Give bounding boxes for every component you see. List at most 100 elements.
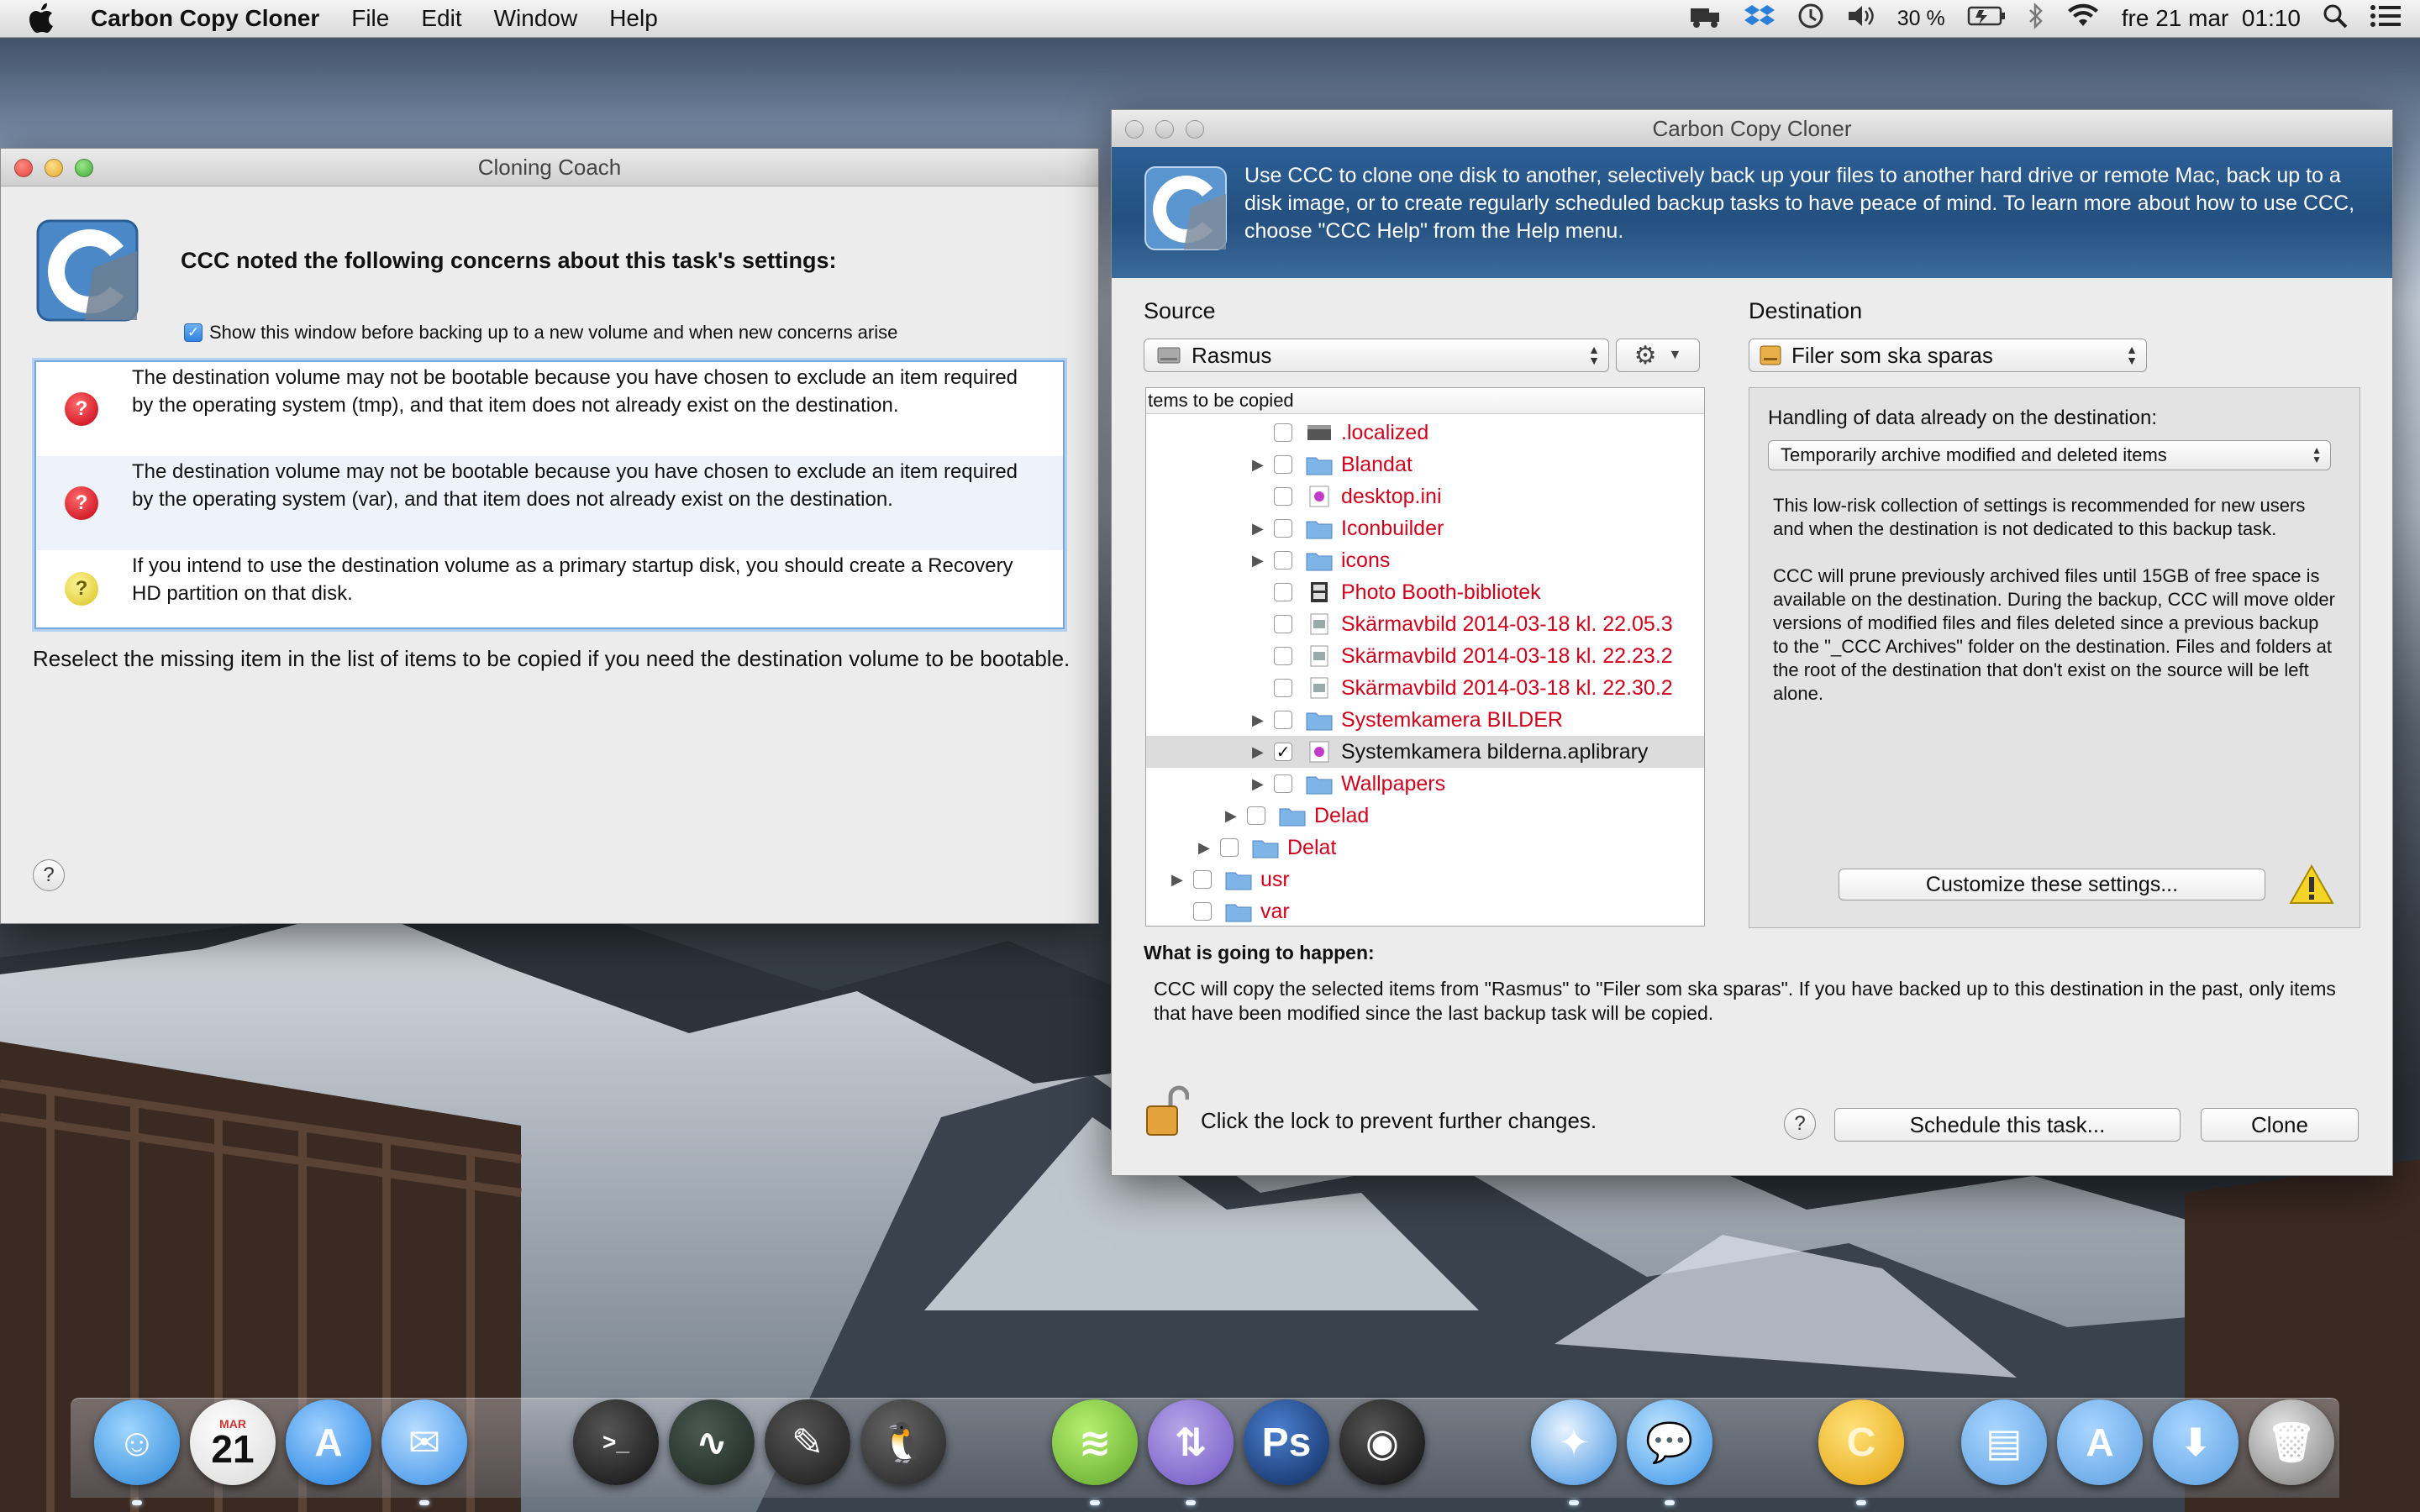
minimize-button[interactable] (45, 159, 63, 177)
disclosure-triangle-icon[interactable]: ▶ (1225, 807, 1237, 825)
list-item[interactable]: Skärmavbild 2014-03-18 kl. 22.23.2 (1146, 640, 1704, 672)
spotlight-icon[interactable] (2323, 3, 2348, 34)
lock-icon[interactable] (1145, 1084, 1189, 1138)
menu-file[interactable]: File (351, 5, 389, 32)
battery-icon[interactable] (1967, 5, 2006, 33)
list-item[interactable]: ▶ Systemkamera BILDER (1146, 704, 1704, 736)
bluetooth-icon[interactable] (2028, 2, 2044, 35)
title-bar[interactable]: Carbon Copy Cloner (1112, 110, 2392, 148)
show-window-option[interactable]: ✓ Show this window before backing up to … (184, 322, 897, 344)
disclosure-triangle-icon[interactable]: ▶ (1252, 456, 1264, 474)
list-item[interactable]: ▶ Iconbuilder (1146, 512, 1704, 544)
list-item[interactable]: Skärmavbild 2014-03-18 kl. 22.30.2 (1146, 672, 1704, 704)
volume-icon[interactable] (1847, 3, 1876, 34)
aperture-icon[interactable]: ◉ (1339, 1399, 1425, 1485)
safari-icon[interactable]: ✦ (1531, 1399, 1617, 1485)
schedule-task-button[interactable]: Schedule this task... (1834, 1108, 2181, 1142)
disclosure-triangle-icon[interactable]: ▶ (1252, 520, 1264, 538)
item-checkbox[interactable] (1274, 774, 1292, 793)
trash-icon[interactable]: 🗑 (2249, 1399, 2334, 1485)
migration-icon[interactable]: ⇅ (1148, 1399, 1234, 1485)
menu-edit[interactable]: Edit (421, 5, 461, 32)
item-checkbox[interactable] (1274, 679, 1292, 697)
list-item[interactable]: ▶ icons (1146, 544, 1704, 576)
item-checkbox[interactable] (1274, 487, 1292, 506)
source-selector[interactable]: Rasmus ▲ ▼ (1144, 339, 1609, 372)
list-item[interactable]: .localized (1146, 417, 1704, 449)
items-to-copy-list[interactable]: tems to be copied .localized ▶ Blandat desk… (1145, 387, 1705, 927)
linux-tux-icon[interactable]: 🐧 (860, 1399, 946, 1485)
item-checkbox[interactable] (1220, 838, 1239, 857)
list-item[interactable]: desktop.ini (1146, 480, 1704, 512)
app-store-icon[interactable]: A (286, 1399, 371, 1485)
show-window-checkbox[interactable]: ✓ (184, 323, 203, 342)
truck-icon[interactable] (1689, 3, 1723, 34)
list-item[interactable]: Skärmavbild 2014-03-18 kl. 22.05.3 (1146, 608, 1704, 640)
dropbox-icon[interactable] (1744, 3, 1775, 35)
help-button[interactable]: ? (33, 859, 65, 891)
list-item[interactable]: ▶ Delat (1146, 832, 1704, 864)
disclosure-triangle-icon[interactable]: ▶ (1252, 711, 1264, 729)
notification-center-icon[interactable] (2370, 3, 2402, 34)
destination-selector[interactable]: Filer som ska sparas ▲ ▼ (1749, 339, 2147, 372)
terminal-icon[interactable]: >_ (573, 1399, 659, 1485)
disclosure-triangle-icon[interactable]: ▶ (1171, 871, 1183, 889)
list-item[interactable]: ▶ Blandat (1146, 449, 1704, 480)
clock[interactable]: fre 21 mar 01:10 (2122, 5, 2301, 32)
list-item[interactable]: ▶ usr (1146, 864, 1704, 895)
disclosure-triangle-icon[interactable]: ▶ (1252, 552, 1264, 570)
wifi-icon[interactable] (2066, 3, 2100, 34)
clone-button[interactable]: Clone (2201, 1108, 2359, 1142)
list-item[interactable]: var (1146, 895, 1704, 926)
disclosure-triangle-icon[interactable]: ▶ (1252, 775, 1264, 793)
item-checkbox[interactable] (1274, 455, 1292, 474)
warning-triangle-icon[interactable] (2289, 864, 2334, 906)
zoom-button[interactable] (75, 159, 93, 177)
item-checkbox[interactable] (1193, 902, 1212, 921)
item-checkbox[interactable] (1274, 583, 1292, 601)
disclosure-triangle-icon[interactable]: ▶ (1252, 743, 1264, 761)
title-bar[interactable]: Cloning Coach (1, 149, 1098, 186)
calendar-icon[interactable]: MAR 21 (190, 1399, 276, 1485)
spotify-icon[interactable]: ≋ (1052, 1399, 1138, 1485)
customize-settings-button[interactable]: Customize these settings... (1839, 869, 2265, 900)
apple-menu-icon[interactable] (29, 2, 62, 35)
minimize-button[interactable] (1155, 120, 1174, 139)
item-checkbox[interactable] (1274, 519, 1292, 538)
list-item[interactable]: ▶ ✓ Systemkamera bilderna.aplibrary (1146, 736, 1704, 768)
finder-icon[interactable]: ☺ (94, 1399, 180, 1485)
item-checkbox[interactable] (1274, 423, 1292, 442)
disclosure-triangle-icon[interactable]: ▶ (1198, 839, 1210, 857)
list-item[interactable]: ▶ Delad (1146, 800, 1704, 832)
script-editor-icon[interactable]: ✎ (765, 1399, 850, 1485)
close-button[interactable] (14, 159, 33, 177)
messages-icon[interactable]: 💬 (1627, 1399, 1712, 1485)
item-checkbox[interactable] (1274, 615, 1292, 633)
activity-monitor-icon[interactable]: ∿ (669, 1399, 755, 1485)
app-menu[interactable]: Carbon Copy Cloner (91, 5, 319, 32)
downloads-folder-icon[interactable]: ⬇ (2153, 1399, 2238, 1485)
zoom-button[interactable] (1186, 120, 1204, 139)
item-checkbox[interactable] (1274, 551, 1292, 570)
list-item[interactable]: Photo Booth-bibliotek (1146, 576, 1704, 608)
menu-window[interactable]: Window (494, 5, 578, 32)
item-checkbox[interactable] (1247, 806, 1265, 825)
photoshop-icon[interactable]: Ps (1244, 1399, 1329, 1485)
source-options-button[interactable]: ⚙ ▼ (1616, 339, 1700, 372)
item-checkbox[interactable] (1193, 870, 1212, 889)
concern-item[interactable]: ? If you intend to use the destination v… (36, 550, 1063, 617)
item-checkbox[interactable] (1274, 711, 1292, 729)
applications-folder-icon[interactable]: A (2057, 1399, 2143, 1485)
menu-help[interactable]: Help (609, 5, 658, 32)
concern-item[interactable]: ? The destination volume may not be boot… (36, 362, 1063, 456)
carbon-copy-cloner-icon[interactable]: C (1818, 1399, 1904, 1485)
time-machine-icon[interactable] (1797, 2, 1825, 36)
item-checkbox[interactable] (1274, 647, 1292, 665)
handling-selector[interactable]: Temporarily archive modified and deleted… (1768, 440, 2331, 470)
list-item[interactable]: ▶ Wallpapers (1146, 768, 1704, 800)
video-folder-icon[interactable]: ▤ (1961, 1399, 2047, 1485)
item-checkbox[interactable]: ✓ (1274, 743, 1292, 762)
close-button[interactable] (1125, 120, 1144, 139)
mail-icon[interactable]: ✉ (381, 1399, 467, 1485)
help-button[interactable]: ? (1784, 1108, 1816, 1140)
